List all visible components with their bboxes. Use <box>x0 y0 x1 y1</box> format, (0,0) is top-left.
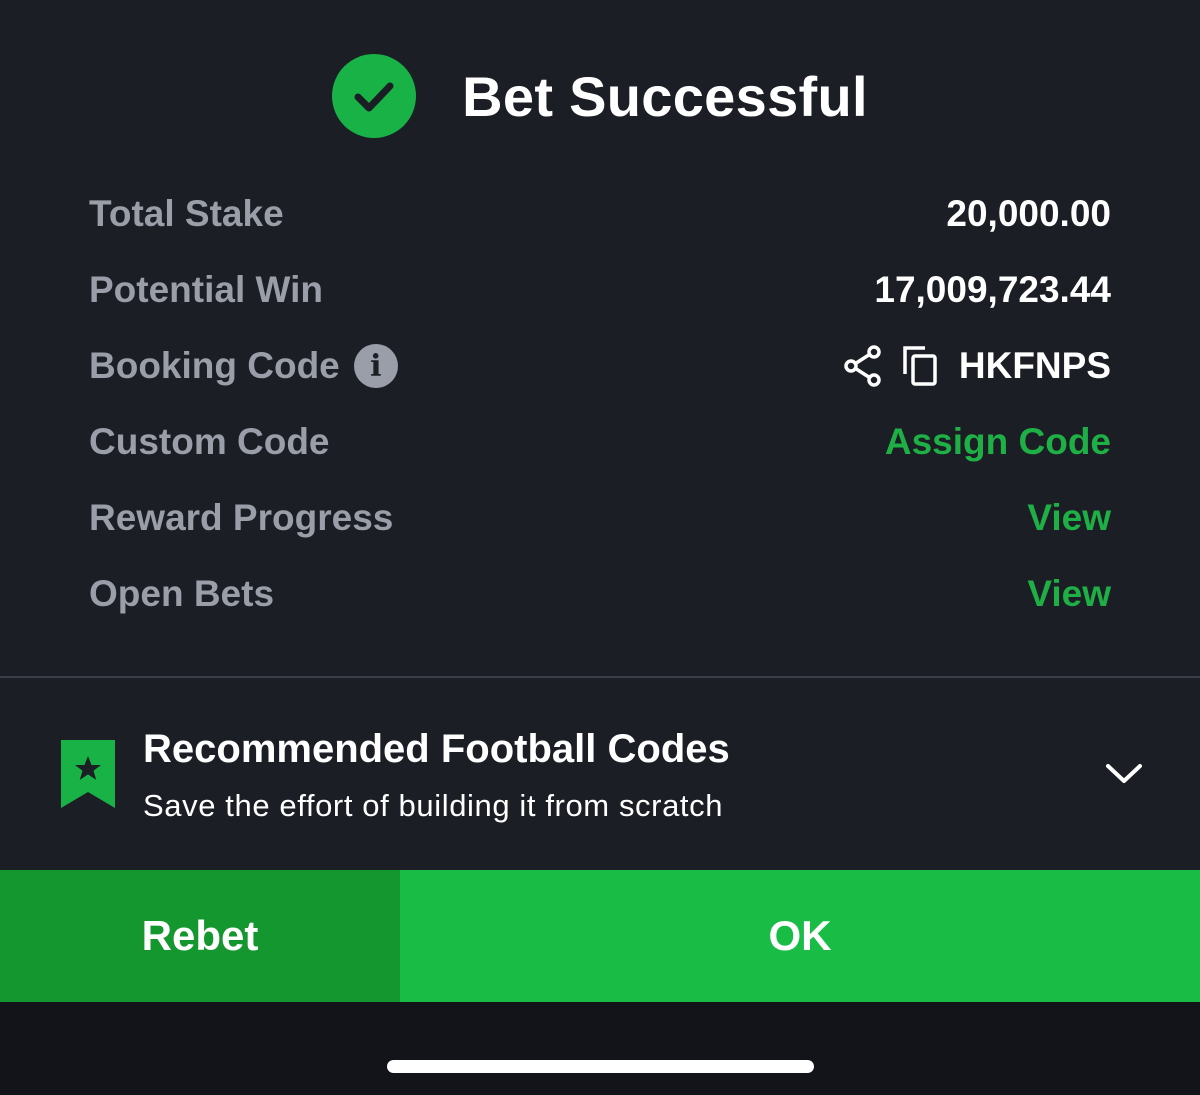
recommended-subtitle: Save the effort of building it from scra… <box>143 788 724 823</box>
page-title: Bet Successful <box>462 64 868 128</box>
bottom-safe-area <box>0 1002 1200 1095</box>
total-stake-label: Total Stake <box>89 193 284 234</box>
home-indicator[interactable] <box>387 1060 814 1073</box>
booking-code-label: Booking Code <box>89 345 340 386</box>
check-circle-icon <box>332 54 417 138</box>
total-stake-row: Total Stake 20,000.00 <box>89 176 1111 252</box>
chevron-down-icon[interactable] <box>1104 758 1144 793</box>
ok-button[interactable]: OK <box>400 870 1200 1002</box>
info-icon[interactable]: i <box>353 344 398 388</box>
rebet-button[interactable]: Rebet <box>0 870 400 1002</box>
bet-success-modal: Bet Successful Total Stake 20,000.00 Pot… <box>0 0 1200 1095</box>
bookmark-star-icon <box>61 740 115 813</box>
reward-progress-row: Reward Progress View <box>89 480 1111 556</box>
reward-progress-label: Reward Progress <box>89 497 394 538</box>
potential-win-label: Potential Win <box>89 269 323 310</box>
recommended-codes-panel[interactable] <box>0 678 1200 870</box>
reward-progress-view-link[interactable]: View <box>1027 497 1111 539</box>
action-buttons: Rebet OK <box>0 870 1200 1002</box>
recommended-title: Recommended Football Codes <box>143 727 730 771</box>
total-stake-value: 20,000.00 <box>946 193 1111 234</box>
copy-icon[interactable] <box>901 344 941 388</box>
open-bets-row: Open Bets View <box>89 556 1111 632</box>
open-bets-label: Open Bets <box>89 573 275 614</box>
bet-summary: Total Stake 20,000.00 Potential Win 17,0… <box>89 176 1111 632</box>
booking-code-value[interactable]: HKFNPS <box>959 345 1111 387</box>
assign-code-link[interactable]: Assign Code <box>885 421 1111 463</box>
custom-code-label: Custom Code <box>89 421 330 462</box>
potential-win-row: Potential Win 17,009,723.44 <box>89 252 1111 328</box>
potential-win-value: 17,009,723.44 <box>874 269 1111 310</box>
booking-code-label-group: Booking Code i <box>89 344 398 388</box>
modal-header: Bet Successful <box>0 52 1200 140</box>
booking-code-row: Booking Code i HKFNPS <box>89 328 1111 404</box>
open-bets-view-link[interactable]: View <box>1027 573 1111 615</box>
custom-code-row: Custom Code Assign Code <box>89 404 1111 480</box>
share-icon[interactable] <box>843 345 883 387</box>
booking-code-value-group: HKFNPS <box>843 344 1111 388</box>
